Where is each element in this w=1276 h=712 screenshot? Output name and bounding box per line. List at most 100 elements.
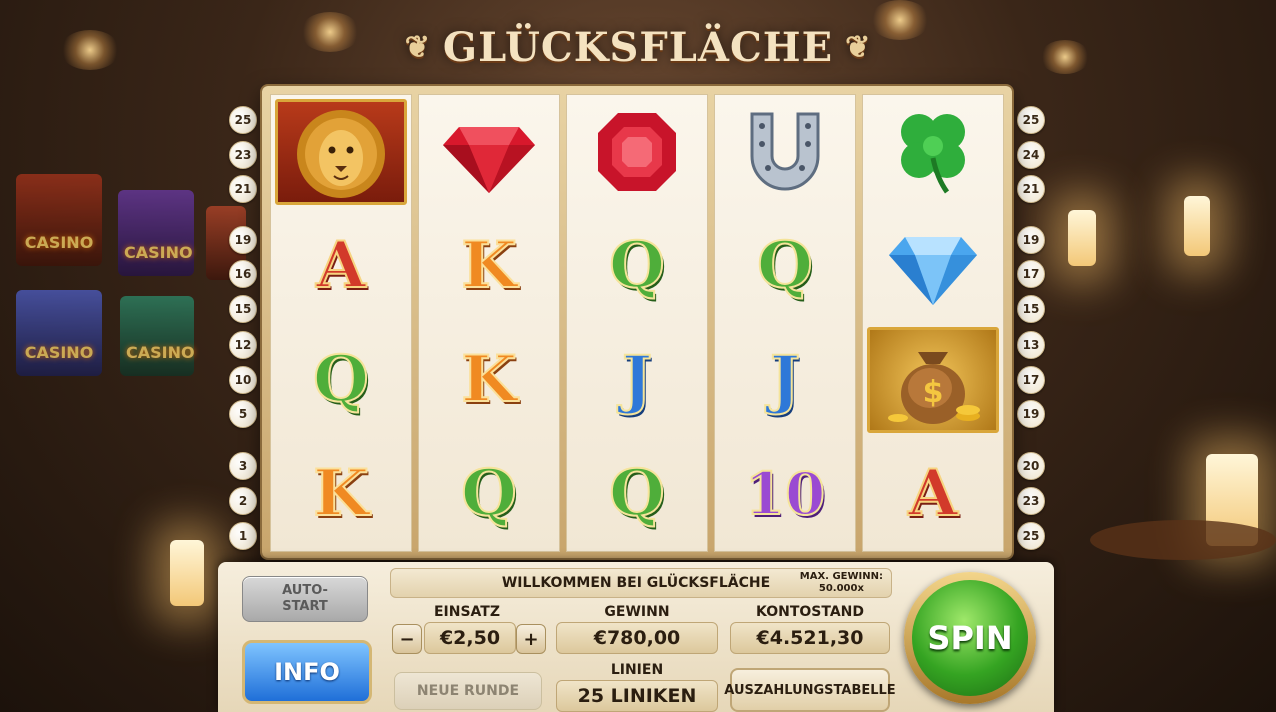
max-win-label: MAX. GEWINN: [799, 571, 883, 582]
lines-value: 25 LINIKEN [556, 680, 718, 712]
reel-4: Q J 10 [714, 94, 856, 552]
payline-number[interactable]: 21 [229, 175, 257, 203]
sign-text: CASINO [24, 233, 94, 252]
svg-text:$: $ [923, 375, 944, 410]
paytable-button[interactable]: AUSZAHLUNGSTABELLE [724, 668, 896, 712]
ornament-right-icon: ❦ [845, 30, 872, 65]
symbol-q: Q [715, 209, 855, 323]
control-panel: AUTO- START INFO WILLKOMMEN BEI GLÜCKSFL… [218, 562, 1054, 712]
symbol-ruby [567, 95, 707, 209]
payline-number[interactable]: 17 [1017, 366, 1045, 394]
payline-number[interactable]: 2 [229, 487, 257, 515]
symbol-q: Q [419, 437, 559, 551]
payline-number[interactable]: 19 [1017, 400, 1045, 428]
win-label: GEWINN [604, 604, 670, 620]
lion-symbol-frame [275, 99, 407, 205]
bet-decrease-button[interactable]: − [392, 624, 422, 654]
payline-number[interactable]: 23 [229, 141, 257, 169]
symbol-letter: A [315, 228, 367, 303]
game-title-text: GLÜCKSFLÄCHE [442, 24, 834, 71]
ornament-left-icon: ❦ [404, 30, 431, 65]
payline-number[interactable]: 5 [229, 400, 257, 428]
balance-label: KONTOSTAND [755, 604, 864, 620]
symbol-k: K [419, 323, 559, 437]
symbol-money-bag: $ [863, 323, 1003, 437]
payline-number[interactable]: 24 [1017, 141, 1045, 169]
symbol-j: J [567, 323, 707, 437]
symbol-10: 10 [715, 437, 855, 551]
symbol-letter: Q [460, 456, 518, 531]
payline-number[interactable]: 25 [229, 106, 257, 134]
payline-number[interactable]: 19 [1017, 226, 1045, 254]
bet-increase-button[interactable]: + [516, 624, 546, 654]
ruby-icon [598, 113, 676, 191]
spin-button[interactable]: SPIN [912, 580, 1028, 696]
payline-number[interactable]: 1 [229, 522, 257, 550]
info-button[interactable]: INFO [242, 640, 372, 704]
payline-number[interactable]: 23 [1017, 487, 1045, 515]
payline-number[interactable]: 25 [1017, 106, 1045, 134]
slot-machine-sign: CASINO [120, 296, 195, 376]
lion-icon [297, 110, 385, 198]
balance-value: €4.521,30 [730, 622, 890, 654]
wall-lamp [1068, 210, 1096, 266]
symbol-j: J [715, 323, 855, 437]
max-win: MAX. GEWINN: 50.000x [800, 571, 883, 595]
symbol-letter: 10 [744, 460, 827, 528]
symbol-a: A [863, 437, 1003, 551]
symbol-letter: J [621, 342, 653, 417]
payline-number[interactable]: 19 [229, 226, 257, 254]
wall-lamp [1184, 196, 1210, 256]
symbol-q: Q [271, 323, 411, 437]
payline-number[interactable]: 25 [1017, 522, 1045, 550]
symbol-a: A [271, 209, 411, 323]
table-lamp [170, 540, 204, 606]
payline-number[interactable]: 16 [229, 260, 257, 288]
symbol-q: Q [567, 209, 707, 323]
reel-5: $ A [862, 94, 1004, 552]
sign-text: CASINO [24, 343, 94, 362]
symbol-letter: Q [608, 456, 666, 531]
reels-area: A Q K K K Q Q J Q Q J 10 $ A [262, 86, 1012, 558]
clover-icon [901, 114, 965, 194]
symbol-letter: A [907, 456, 959, 531]
payline-number[interactable]: 20 [1017, 452, 1045, 480]
new-round-button[interactable]: NEUE RUNDE [394, 672, 542, 710]
win-value: €780,00 [556, 622, 718, 654]
slot-machine-sign: CASINO [118, 190, 194, 276]
slot-machine-sign: CASINO [16, 290, 102, 376]
symbol-lion [271, 95, 411, 209]
bet-label: EINSATZ [433, 604, 501, 620]
bet-value: €2,50 [424, 622, 516, 654]
payline-number[interactable]: 13 [1017, 331, 1045, 359]
autostart-button[interactable]: AUTO- START [242, 576, 368, 622]
payline-number[interactable]: 21 [1017, 175, 1045, 203]
payline-number[interactable]: 15 [1017, 295, 1045, 323]
symbol-q: Q [567, 437, 707, 551]
symbol-k: K [271, 437, 411, 551]
payline-number[interactable]: 17 [1017, 260, 1045, 288]
money-bag-symbol-frame: $ [867, 327, 999, 433]
reel-2: K K Q [418, 94, 560, 552]
payline-number[interactable]: 10 [229, 366, 257, 394]
game-title: ❦ GLÜCKSFLÄCHE ❦ [0, 24, 1276, 71]
slot-machine-sign: CASINO [16, 174, 102, 266]
symbol-letter: K [460, 228, 518, 303]
lines-label: LINIEN [610, 662, 664, 678]
symbol-letter: J [769, 342, 801, 417]
symbol-diamond [863, 209, 1003, 323]
payline-number[interactable]: 3 [229, 452, 257, 480]
reel-1: A Q K [270, 94, 412, 552]
payline-number[interactable]: 12 [229, 331, 257, 359]
money-bag-icon: $ [888, 352, 980, 424]
symbol-letter: Q [608, 228, 666, 303]
horseshoe-icon [750, 112, 820, 191]
payline-number[interactable]: 15 [229, 295, 257, 323]
symbol-clover [863, 95, 1003, 209]
message-bar: WILLKOMMEN BEI GLÜCKSFLÄCHE MAX. GEWINN:… [390, 568, 892, 598]
symbol-letter: K [460, 342, 518, 417]
symbol-letter: K [312, 456, 370, 531]
max-win-value: 50.000x [818, 583, 864, 594]
diamond-icon [889, 237, 977, 305]
symbol-horseshoe [715, 95, 855, 209]
